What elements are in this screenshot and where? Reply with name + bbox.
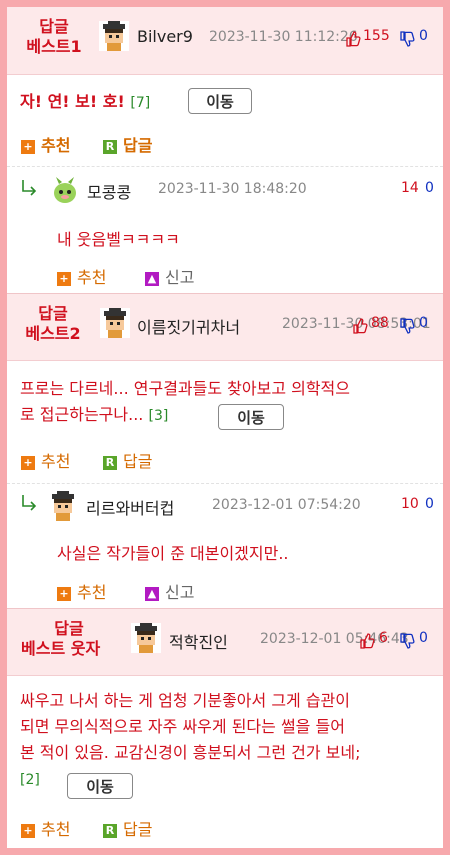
warning-icon: ▲	[145, 271, 159, 286]
move-button[interactable]: 이동	[67, 773, 133, 799]
nickname[interactable]: Bilver9	[137, 27, 193, 46]
move-button[interactable]: 이동	[188, 88, 252, 114]
reply-button[interactable]: R 답글	[103, 448, 152, 472]
downvote-count: 0	[419, 315, 428, 331]
nickname[interactable]: 모콩콩	[87, 179, 131, 203]
downvote-count: 0	[419, 28, 428, 44]
thumbs-up-icon[interactable]	[345, 31, 361, 47]
nickname[interactable]: 리르와버터컵	[86, 495, 174, 519]
thumbs-up-icon[interactable]	[352, 318, 368, 334]
best-comment-header-3: 답글 베스트 웃자 적학진인 2023-12-01 05:46:43 6 0	[7, 609, 443, 676]
report-button[interactable]: ▲ 신고	[145, 264, 194, 288]
avatar[interactable]	[100, 308, 130, 338]
thumbs-down-icon[interactable]	[399, 318, 415, 334]
upvote-count: 155	[363, 28, 390, 44]
thumbs-down-icon[interactable]	[399, 633, 415, 649]
best-comment-header-2: 답글 베스트2 이름짓기귀차너 2023-11-30 08:53:01 88 0	[7, 294, 443, 361]
divider	[7, 483, 443, 484]
comment-panel: 답글 베스트1 Bilver9 2023-11-30 11:12:26 155 …	[7, 7, 443, 848]
upvote-count: 14	[401, 180, 419, 196]
upvote-count: 88	[371, 315, 389, 331]
best-label: 답글 베스트1	[26, 17, 82, 56]
reply-text: 사실은 작가들이 준 대본이겠지만..	[57, 544, 289, 563]
plus-icon: +	[21, 139, 35, 154]
best-label: 답글 베스트 웃자	[21, 619, 101, 658]
timestamp: 2023-11-30 18:48:20	[158, 181, 307, 197]
recommend-button[interactable]: + 추천	[21, 816, 70, 840]
plus-icon: +	[57, 586, 71, 601]
recommend-button[interactable]: + 추천	[57, 579, 106, 603]
thumbs-up-icon[interactable]	[359, 633, 375, 649]
comment-title[interactable]: 자! 연! 보! 호! [7]	[20, 89, 150, 116]
recommend-button[interactable]: + 추천	[21, 132, 70, 156]
upvote-count: 10	[401, 496, 419, 512]
avatar[interactable]	[131, 623, 161, 653]
reply-arrow-icon	[20, 178, 38, 196]
reply-button[interactable]: R 답글	[103, 132, 152, 156]
avatar[interactable]	[99, 21, 129, 51]
downvote-count: 0	[419, 630, 428, 646]
best-label: 답글 베스트2	[25, 304, 81, 343]
plus-icon: +	[21, 823, 35, 838]
reply-button[interactable]: R 답글	[103, 816, 152, 840]
timestamp: 2023-11-30 11:12:26	[209, 29, 358, 45]
avatar[interactable]	[50, 175, 80, 205]
reply-count: [3]	[148, 408, 169, 424]
warning-icon: ▲	[145, 586, 159, 601]
reply-text: 내 웃음벨ㅋㅋㅋㅋ	[57, 230, 180, 249]
best-comment-header-1: 답글 베스트1 Bilver9 2023-11-30 11:12:26 155 …	[7, 7, 443, 75]
timestamp: 2023-12-01 07:54:20	[212, 497, 361, 513]
plus-icon: +	[57, 271, 71, 286]
divider	[7, 166, 443, 167]
report-button[interactable]: ▲ 신고	[145, 579, 194, 603]
upvote-count: 6	[379, 630, 388, 646]
thumbs-down-icon[interactable]	[399, 31, 415, 47]
downvote-count: 0	[425, 496, 434, 512]
avatar[interactable]	[48, 491, 78, 521]
downvote-count: 0	[425, 180, 434, 196]
reply-count: [7]	[130, 95, 151, 111]
reply-r-icon: R	[103, 139, 117, 154]
plus-icon: +	[21, 455, 35, 470]
move-button[interactable]: 이동	[218, 404, 284, 430]
reply-r-icon: R	[103, 823, 117, 838]
recommend-button[interactable]: + 추천	[57, 264, 106, 288]
nickname[interactable]: 적학진인	[169, 629, 228, 653]
recommend-button[interactable]: + 추천	[21, 448, 70, 472]
reply-count: [2]	[20, 772, 40, 788]
reply-arrow-icon	[20, 493, 38, 511]
nickname[interactable]: 이름짓기귀차너	[137, 314, 240, 338]
reply-r-icon: R	[103, 455, 117, 470]
